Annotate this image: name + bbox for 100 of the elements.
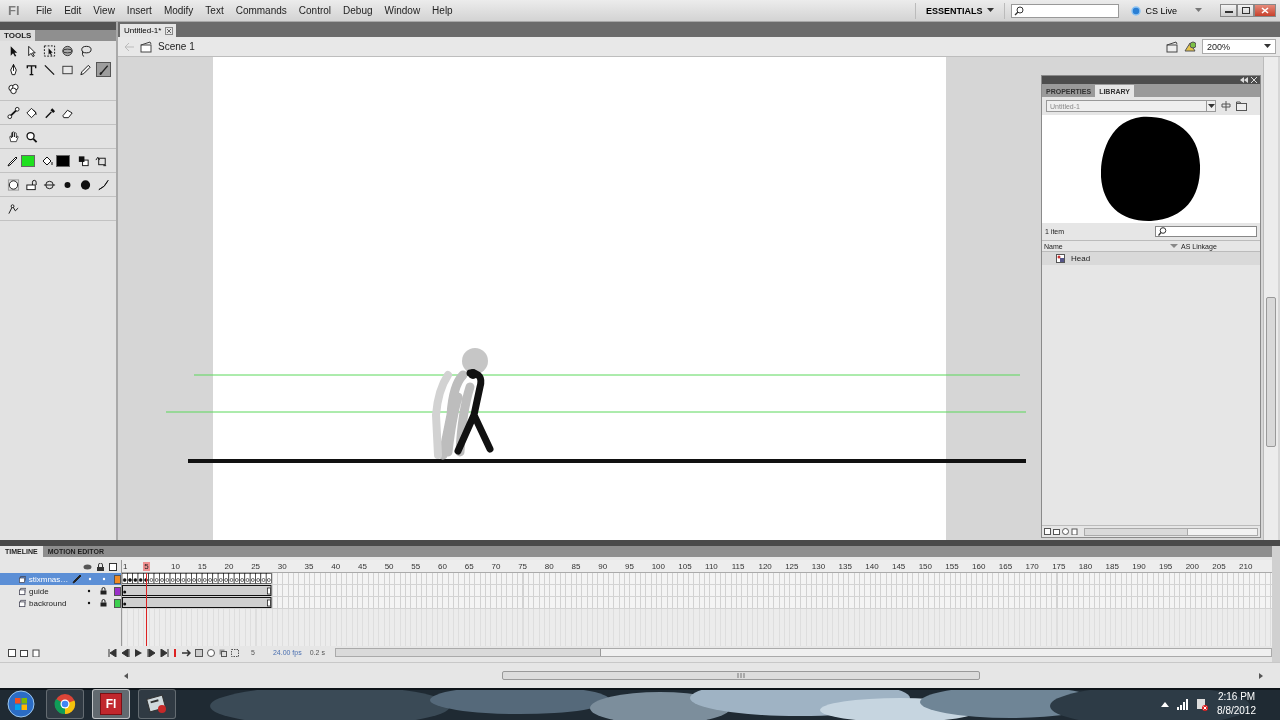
menu-item[interactable]: Edit: [58, 5, 88, 16]
frame-number[interactable]: 140: [864, 562, 880, 571]
frame-number[interactable]: 105: [677, 562, 693, 571]
frame-number[interactable]: 50: [383, 562, 395, 571]
sphere-icon[interactable]: [60, 43, 75, 58]
new-folder-icon[interactable]: [20, 648, 28, 657]
new-folder-icon[interactable]: [1053, 528, 1060, 535]
frame-number[interactable]: 120: [757, 562, 773, 571]
frame-number[interactable]: 170: [1024, 562, 1040, 571]
layer-row[interactable]: guide: [0, 585, 121, 597]
frame-number[interactable]: 40: [330, 562, 342, 571]
menu-item[interactable]: View: [87, 5, 121, 16]
frame-number[interactable]: 25: [250, 562, 262, 571]
frame-number[interactable]: 20: [223, 562, 235, 571]
frame-number[interactable]: 75: [517, 562, 529, 571]
document-tab[interactable]: Untitled-1*: [120, 24, 177, 37]
menu-item[interactable]: Text: [199, 5, 230, 16]
library-item[interactable]: Head: [1042, 252, 1260, 265]
menu-item[interactable]: Commands: [229, 5, 293, 16]
frame-number[interactable]: 85: [570, 562, 582, 571]
search-field[interactable]: [1155, 226, 1257, 237]
menu-item[interactable]: Modify: [157, 5, 200, 16]
trash-icon[interactable]: [32, 648, 40, 657]
frame-row[interactable]: [122, 573, 1272, 585]
frame-number[interactable]: 5: [143, 562, 150, 571]
layer-row[interactable]: backround: [0, 597, 121, 609]
frame-number[interactable]: 205: [1211, 562, 1227, 571]
loop-icon[interactable]: [181, 648, 191, 657]
frame-number[interactable]: 10: [170, 562, 181, 571]
frame-row[interactable]: [122, 585, 1272, 597]
start-button[interactable]: [4, 689, 38, 719]
clock-time[interactable]: 2:16 PM: [1217, 690, 1256, 704]
eye-icon[interactable]: [83, 562, 92, 571]
new-symbol-icon[interactable]: [1044, 528, 1051, 535]
workspace-dropdown[interactable]: ESSENTIALS: [914, 2, 1006, 19]
menu-item[interactable]: File: [30, 5, 59, 16]
frame-number[interactable]: 100: [650, 562, 666, 571]
first-frame-icon[interactable]: [108, 648, 117, 657]
transform-icon[interactable]: [42, 43, 57, 58]
frame-number[interactable]: 135: [837, 562, 853, 571]
search-field[interactable]: [1011, 3, 1120, 18]
trash-icon[interactable]: [1071, 528, 1078, 535]
frame-number[interactable]: 195: [1157, 562, 1174, 571]
maximize-button[interactable]: [1237, 4, 1254, 17]
layer-color-swatch[interactable]: [113, 586, 121, 596]
lasso-icon[interactable]: [78, 43, 93, 58]
new-layer-icon[interactable]: [8, 648, 16, 657]
last-frame-icon[interactable]: [160, 648, 169, 657]
flower-icon[interactable]: [6, 81, 21, 96]
step-forward-icon[interactable]: [147, 648, 156, 657]
pencil-icon[interactable]: [78, 62, 93, 77]
frame-number[interactable]: 70: [490, 562, 502, 571]
network-error-icon[interactable]: [1196, 697, 1210, 711]
close-icon[interactable]: [165, 26, 174, 35]
step-back-icon[interactable]: [121, 648, 130, 657]
taskbar-button[interactable]: Fl: [92, 689, 130, 719]
frame-number[interactable]: 165: [997, 562, 1014, 571]
cs-live-button[interactable]: CS Live: [1125, 4, 1183, 17]
scrollbar[interactable]: [122, 670, 1265, 681]
frame-row[interactable]: [122, 597, 1272, 609]
line-icon[interactable]: [42, 62, 57, 77]
taskbar-button[interactable]: [138, 689, 176, 719]
bucket-icon[interactable]: [24, 105, 39, 120]
frame-number[interactable]: 150: [917, 562, 933, 571]
close-button[interactable]: [1254, 4, 1276, 17]
frame-number[interactable]: 130: [810, 562, 827, 571]
frame-number[interactable]: 65: [463, 562, 475, 571]
frame-number[interactable]: 30: [276, 562, 288, 571]
overlapping-squares-icon[interactable]: [76, 153, 91, 168]
keyframe-strip[interactable]: [122, 573, 272, 584]
frame-number[interactable]: 90: [597, 562, 609, 571]
frame-number[interactable]: 155: [944, 562, 960, 571]
menu-item[interactable]: Insert: [120, 5, 158, 16]
large-dot-icon[interactable]: [78, 177, 93, 192]
frame-number[interactable]: 35: [303, 562, 315, 571]
signal-icon[interactable]: [1177, 698, 1189, 710]
scrollbar[interactable]: [1084, 527, 1258, 536]
lock-icon[interactable]: [99, 587, 107, 595]
frame-ruler[interactable]: 1 5 10 15 20 25 30 35 40 45 50 55 60 65 70 75 80 85 90 95 100 105 110 115 120 125 130 135 140 145 150 155 160 165 170 175 180 185 190 195 200 205 210: [122, 560, 1272, 573]
frame-number[interactable]: 160: [971, 562, 987, 571]
shapes-icon[interactable]: [1184, 40, 1196, 53]
frame-number[interactable]: 45: [356, 562, 368, 571]
frame-number[interactable]: 60: [437, 562, 448, 571]
frame-number[interactable]: 190: [1131, 562, 1147, 571]
text-tool-icon[interactable]: [24, 62, 39, 77]
dot-icon[interactable]: [88, 577, 92, 581]
brush-stroke-icon[interactable]: [96, 177, 111, 192]
frame-number[interactable]: 175: [1051, 562, 1067, 571]
zoom-icon[interactable]: [24, 129, 39, 144]
bone-icon[interactable]: [6, 105, 21, 120]
frame-number[interactable]: 55: [410, 562, 422, 571]
circle-in-square-icon[interactable]: [6, 177, 21, 192]
frame-number[interactable]: 125: [784, 562, 800, 571]
bind-icon[interactable]: [6, 201, 21, 216]
sort-caret-icon[interactable]: [1170, 243, 1178, 249]
layer-color-swatch[interactable]: [113, 574, 121, 584]
clock-date[interactable]: 8/8/2012: [1217, 704, 1256, 718]
grip-icon[interactable]: [737, 672, 745, 679]
frame-number[interactable]: 15: [196, 562, 208, 571]
frame-span[interactable]: [122, 585, 272, 596]
